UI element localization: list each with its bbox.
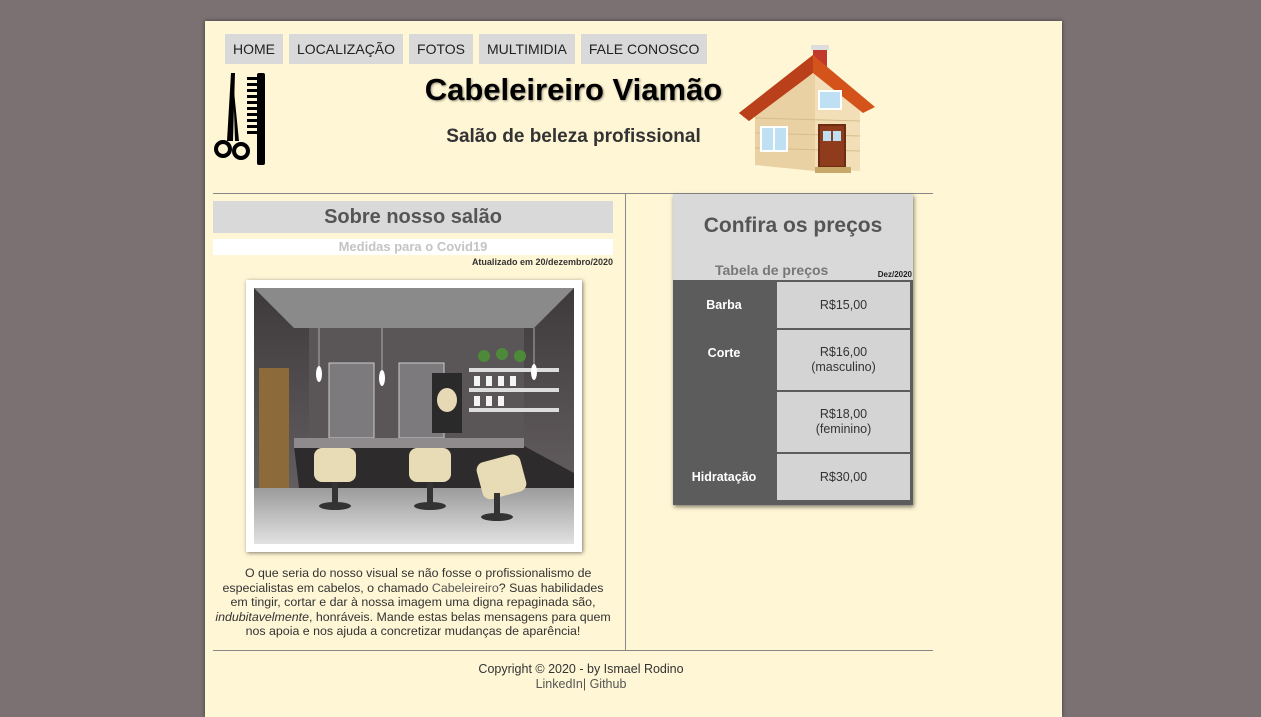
price-corte-feminino-note: (feminino) [815,422,872,436]
service-corte: Corte [707,346,741,360]
price-hidratacao: R$30,00 [777,454,910,500]
price-corte-feminino-value: R$18,00 [819,407,868,421]
footer-links: LinkedIn| Github [213,677,949,691]
price-corte-masculino-note: (masculino) [811,360,876,374]
price-barba: R$15,00 [777,282,910,328]
column-divider [625,193,626,650]
nav-fotos[interactable]: FOTOS [409,34,473,64]
site-title: Cabeleireiro Viamão [424,72,723,107]
copyright: Copyright © 2020 - by Ismael Rodino [478,662,684,676]
price-corte-masculino: R$16,00 (masculino) [777,330,910,390]
github-link[interactable]: Github [590,677,627,691]
scissors-comb-icon [214,73,265,165]
linkedin-link[interactable]: LinkedIn [536,677,583,691]
divider-bottom [213,650,933,651]
page-container: HOME LOCALIZAÇÃO FOTOS MULTIMIDIA FALE C… [205,21,1062,717]
price-table: Barba R$15,00 Corte R$16,00 (masculino) … [673,280,913,505]
price-hidratacao-value: R$30,00 [819,469,868,484]
price-barba-value: R$15,00 [819,297,868,312]
prices-panel: Confira os preços Tabela de preços Dez/2… [673,194,913,505]
salon-photo-frame [246,280,582,552]
nav-multimidia[interactable]: MULTIMIDIA [479,34,575,64]
salon-photo [254,288,574,544]
price-corte-masculino-value: R$16,00 [819,345,868,359]
price-table-label: Tabela de preços [715,262,829,278]
about-text-emphasis: indubitavelmente [215,609,309,624]
footer-separator: | [582,677,590,691]
price-table-date: Dez/2020 [877,270,912,279]
nav-fale-conosco[interactable]: FALE CONOSCO [580,34,708,64]
about-paragraph: O que seria do nosso visual se não fosse… [213,566,613,639]
site-subtitle: Salão de beleza profissional [446,126,701,147]
covid-link[interactable]: Medidas para o Covid19 [213,239,613,255]
top-nav: HOME LOCALIZAÇÃO FOTOS MULTIMIDIA FALE C… [225,34,708,64]
about-title: Sobre nosso salão [213,201,613,233]
house-icon [739,45,875,173]
price-corte-feminino: R$18,00 (feminino) [777,392,910,452]
cabeleireiro-link[interactable]: Cabeleireiro [432,581,499,595]
updated-date: Atualizado em 20/dezembro/2020 [471,257,613,267]
nav-localizacao[interactable]: LOCALIZAÇÃO [289,34,404,64]
prices-title: Confira os preços [703,214,883,237]
nav-home[interactable]: HOME [225,34,283,64]
service-hidratacao: Hidratação [691,470,757,484]
service-barba: Barba [706,298,742,312]
